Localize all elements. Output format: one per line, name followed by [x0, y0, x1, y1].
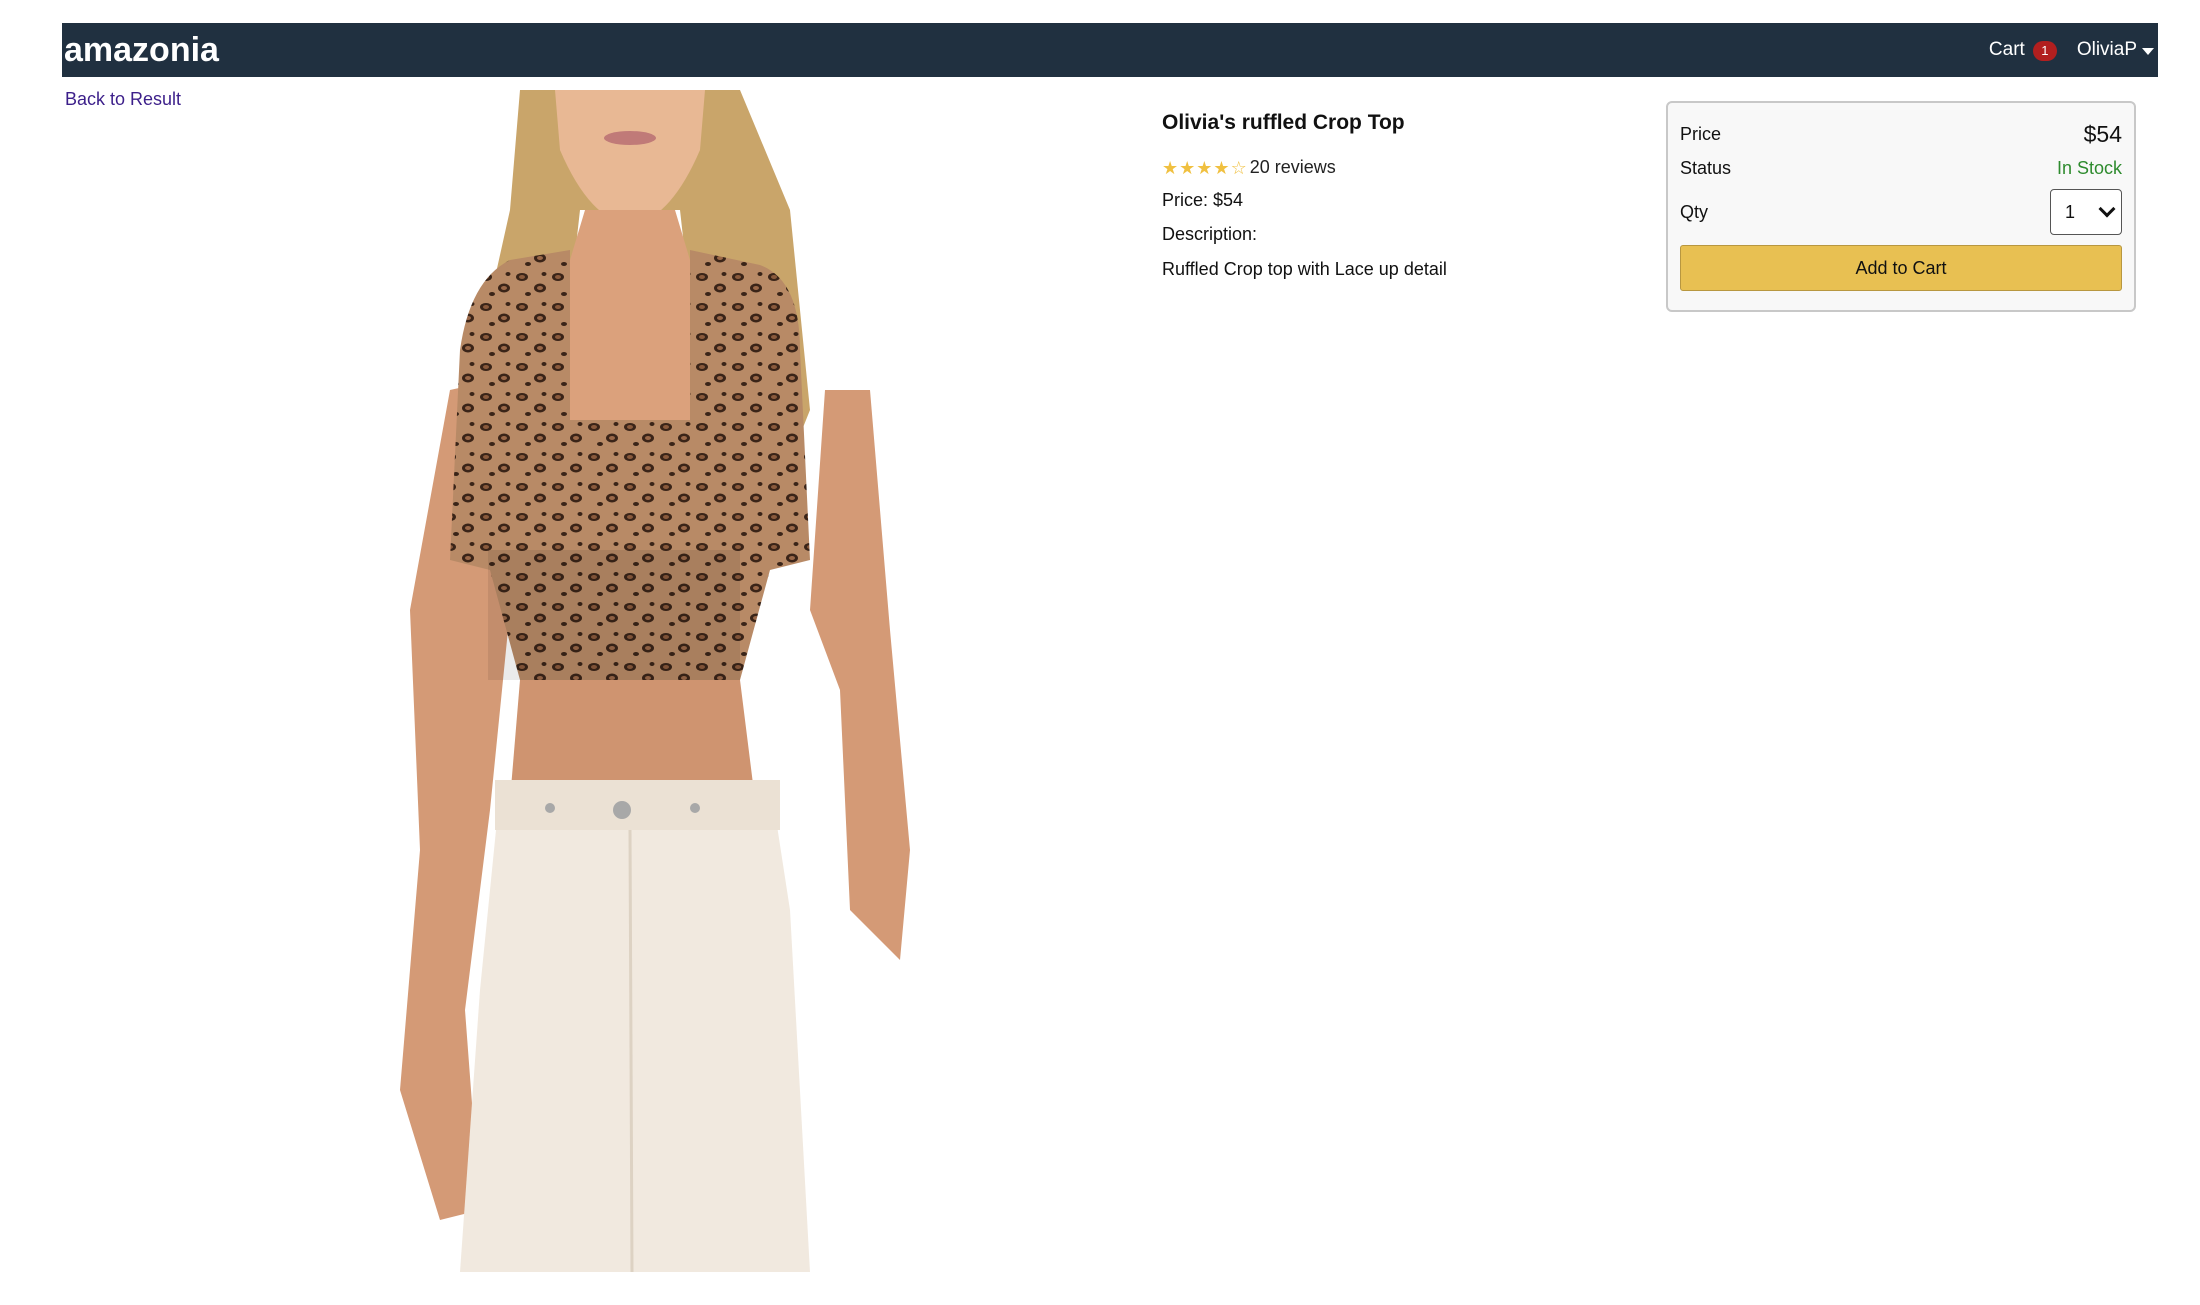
- add-to-cart-button[interactable]: Add to Cart: [1680, 245, 2122, 291]
- chevron-down-icon: [2098, 200, 2116, 218]
- rating-row: ★ ★ ★ ★ ☆ 20 reviews: [1162, 157, 1632, 178]
- header-right: Cart 1 OliviaP: [1989, 39, 2154, 61]
- product-image: [370, 90, 970, 1272]
- product-title: Olivia's ruffled Crop Top: [1162, 111, 1405, 134]
- star-half-icon: ★: [1213, 157, 1230, 178]
- brand-logo-link[interactable]: amazonia: [64, 33, 219, 67]
- product-details: Olivia's ruffled Crop Top ★ ★ ★ ★ ☆ 20 r…: [1162, 110, 1632, 280]
- cart-count-badge: 1: [2032, 41, 2057, 61]
- price-row: Price $54: [1680, 121, 2122, 148]
- star-full-icon: ★: [1179, 157, 1196, 178]
- cart-label: Cart: [1988, 39, 2025, 60]
- cart-link[interactable]: Cart 1: [1989, 39, 2057, 61]
- status-value: In Stock: [2056, 158, 2122, 178]
- top-navbar: amazonia Cart 1 OliviaP: [62, 23, 2158, 77]
- star-empty-icon: ☆: [1230, 157, 1247, 178]
- qty-select[interactable]: 1: [2050, 189, 2122, 235]
- back-to-result-link[interactable]: Back to Result: [65, 89, 181, 110]
- rating-stars: ★ ★ ★ ★ ☆: [1162, 159, 1248, 177]
- star-full-icon: ★: [1162, 157, 1179, 178]
- qty-row: Qty 1: [1680, 189, 2122, 235]
- price-line: Price: $54: [1162, 190, 1244, 211]
- star-full-icon: ★: [1196, 157, 1213, 178]
- buy-box: Price $54 Status In Stock Qty 1 Add to C…: [1666, 101, 2136, 312]
- status-label: Status: [1680, 158, 1732, 178]
- price-value: $54: [2083, 121, 2122, 147]
- user-menu-dropdown[interactable]: OliviaP: [2077, 39, 2154, 61]
- user-name: OliviaP: [2076, 39, 2137, 60]
- qty-label: Qty: [1680, 201, 1709, 222]
- reviews-count: 20 reviews: [1249, 157, 1336, 178]
- price-label: Price: [1680, 124, 1722, 144]
- description-label: Description:: [1162, 223, 1258, 244]
- caret-down-icon: [2142, 47, 2154, 55]
- status-row: Status In Stock: [1680, 158, 2122, 179]
- qty-value: 1: [2065, 201, 2076, 222]
- description-text: Ruffled Crop top with Lace up detail: [1162, 259, 1447, 280]
